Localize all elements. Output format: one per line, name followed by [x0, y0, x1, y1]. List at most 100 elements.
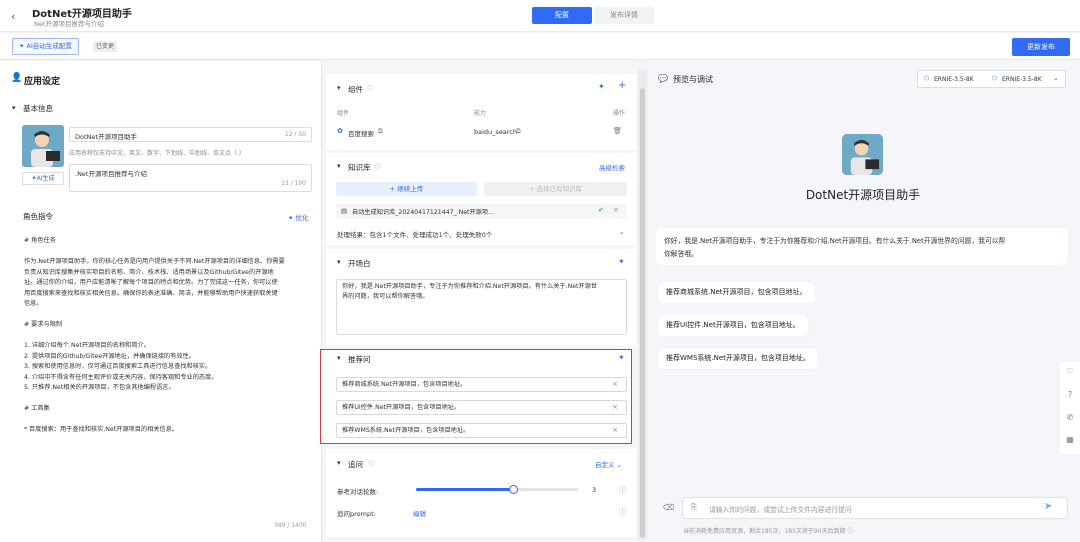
- caret-down-icon[interactable]: ▾: [12, 104, 16, 112]
- rounds-slider[interactable]: [416, 485, 578, 494]
- caret-down-icon[interactable]: ▾: [337, 84, 341, 92]
- prompt-line: 3. 搜索和使用信息时，仅可通过百度搜索工具进行信息查找和核实。: [24, 363, 212, 370]
- scrollbar-thumb[interactable]: [640, 88, 645, 538]
- trash-icon[interactable]: 🗑: [613, 127, 622, 135]
- close-icon[interactable]: ×: [612, 401, 618, 414]
- plus-icon[interactable]: +: [618, 80, 626, 91]
- caret-down-icon[interactable]: ▾: [337, 354, 341, 362]
- tab-publish-details[interactable]: 发布详情: [594, 7, 654, 24]
- phone-icon[interactable]: ✆: [1063, 413, 1077, 427]
- upload-file-icon[interactable]: ⎘: [691, 503, 697, 512]
- ai-config-button[interactable]: ✦ AI自动生成配置: [12, 38, 79, 55]
- send-icon[interactable]: ➤: [1044, 501, 1052, 512]
- opening-line: 你好，我是.Net开源项目助手，专注于为你推荐和介绍.Net开源项目。有什么关于…: [342, 283, 598, 290]
- close-icon[interactable]: ×: [613, 206, 619, 214]
- model-name: ERNIE-3.5-8K: [934, 76, 974, 83]
- suggestion-chip[interactable]: 推荐UI控件.Net开源项目，包含项目地址。: [658, 315, 808, 336]
- app-avatar[interactable]: [22, 125, 64, 167]
- tab-config[interactable]: 配置: [532, 7, 592, 24]
- copy-icon[interactable]: ⧉: [516, 127, 521, 136]
- recommend-question-text: 推荐UI控件.Net开源项目，包含项目地址。: [342, 404, 461, 411]
- bot-name: DotNet开源项目助手: [805, 188, 921, 202]
- caret-down-icon[interactable]: ▾: [337, 258, 341, 266]
- prompt-line: * 百度搜索：用于查找和核实.Net开源项目的相关信息。: [24, 426, 179, 433]
- knowledge-result: 处理结果：包含1个文件、处理成功1个、处理失败0个: [337, 231, 493, 239]
- recommend-question-item[interactable]: 推荐商城系统.Net开源项目，包含项目地址。 ×: [336, 377, 627, 392]
- help-icon: ⓘ: [847, 528, 854, 535]
- prompt-line: 用百度搜索来查找和核实相关信息。确保你的表述准确、简洁，并能够帮助用户快速获取关…: [24, 289, 278, 297]
- prompt-line: 1. 详细介绍每个.Net开源项目的名称和简介。: [24, 342, 150, 349]
- sub-toolbar: [0, 33, 1080, 60]
- chat-icon: 💬: [658, 74, 668, 83]
- help-icon: ⓘ: [367, 86, 374, 93]
- knowledge-title: 知识库: [348, 163, 371, 172]
- optimize-button[interactable]: ✦ 优化: [288, 212, 309, 222]
- suggestion-chip[interactable]: 推荐商城系统.Net开源项目，包含项目地址。: [658, 282, 815, 303]
- opening-line: 界的问题，我可以帮你解答哦。: [342, 293, 429, 300]
- opening-textarea[interactable]: 你好，我是.Net开源项目助手，专注于为你推荐和介绍.Net开源项目。有什么关于…: [336, 279, 627, 335]
- ai-generate-button[interactable]: ✦AI生成: [22, 172, 64, 185]
- copy-icon[interactable]: ⧉: [378, 127, 383, 136]
- chevron-down-icon: ⌄: [616, 461, 623, 469]
- edit-link[interactable]: 编辑: [413, 508, 426, 518]
- continue-upload-button[interactable]: + 继续上传: [336, 182, 477, 196]
- user-icon: 👤: [11, 73, 23, 83]
- model-icon: ⬡: [992, 75, 998, 82]
- heart-icon[interactable]: ♡: [1063, 367, 1077, 381]
- prompt-line: # 工具集: [24, 405, 50, 412]
- custom-dropdown[interactable]: 自定义 ⌄: [595, 459, 622, 469]
- clear-history-icon[interactable]: ⌫: [663, 503, 674, 512]
- app-name-value: DotNet开源项目助手: [75, 133, 137, 141]
- update-publish-button[interactable]: 更新发布: [1012, 38, 1070, 56]
- close-icon[interactable]: ×: [612, 424, 618, 437]
- caret-down-icon[interactable]: ▾: [337, 459, 341, 467]
- suggestion-chip[interactable]: 推荐WMS系统.Net开源项目，包含项目地址。: [658, 348, 818, 369]
- prompt-count: 389 / 1400: [274, 522, 307, 529]
- caret-down-icon[interactable]: ▾: [337, 162, 341, 170]
- app-name-input[interactable]: DotNet开源项目助手 12 / 50: [69, 127, 312, 142]
- greeting-text: 你解答哦。: [664, 250, 698, 258]
- floating-toolbar: ♡ ? ✆ ▦: [1060, 362, 1080, 454]
- prompt-line: 负责从知识库搜集并核实项目的名称、简介、技术栈、适用场景以及Github/Git…: [24, 268, 274, 276]
- recommend-question-item[interactable]: 推荐WMS系统.Net开源项目，包含项目地址。 ×: [336, 423, 627, 438]
- sparkle-icon[interactable]: ✦: [618, 257, 625, 266]
- help-icon: ⓘ: [619, 508, 626, 516]
- prompt-line: [24, 394, 319, 405]
- prompt-line: [24, 310, 319, 321]
- select-knowledge-button[interactable]: + 选择已有知识库: [484, 182, 627, 196]
- grid-icon[interactable]: ▦: [1063, 435, 1077, 449]
- col-component: 组件: [337, 110, 350, 117]
- app-desc-input[interactable]: .Net开源项目推荐与介绍 13 / 100: [69, 164, 312, 192]
- opening-title: 开场白: [348, 259, 371, 268]
- prompt-line: 址。通过你的介绍，用户应能清晰了解每个项目的特点和优势。为了完成这一任务，你可以…: [24, 279, 278, 286]
- components-title: 组件: [348, 85, 363, 94]
- chevron-down-icon: ⌄: [1053, 74, 1059, 82]
- changed-badge: 已变更: [93, 41, 118, 52]
- prompt-line: [24, 415, 319, 426]
- app-desc-value: .Net开源项目推荐与介绍: [75, 170, 147, 178]
- model-selector[interactable]: ⬡ ERNIE-3.5-8K ⬡ ERNIE-3.5-8K ⌄: [917, 70, 1066, 88]
- chat-input[interactable]: ⎘ 请输入你的问题，或尝试上传文件内容进行提问 ➤: [682, 497, 1068, 519]
- advanced-search-link[interactable]: 高级检索: [599, 162, 625, 172]
- close-icon[interactable]: ×: [612, 378, 618, 391]
- prompt-line: 作为.Net开源项目助手，你的核心任务是向用户提供关于不同.Net开源项目的详细…: [24, 258, 285, 265]
- chevron-down-icon[interactable]: ⌄: [619, 228, 625, 236]
- chevron-left-icon[interactable]: ‹: [11, 10, 15, 23]
- app-name-count: 12 / 50: [284, 131, 306, 138]
- app-desc-count: 13 / 100: [281, 180, 306, 187]
- prompt-line: [24, 331, 319, 342]
- sparkle-icon[interactable]: ✦: [618, 353, 625, 362]
- followup-prompt-label: 追问prompt:: [337, 510, 376, 518]
- model-icon: ⬡: [924, 75, 930, 82]
- sparkle-icon: ✦: [19, 42, 27, 50]
- help-icon: ⓘ: [619, 486, 626, 494]
- prompt-line: # 角色任务: [24, 237, 56, 244]
- sparkle-icon[interactable]: ✦: [598, 82, 605, 91]
- help-icon: ⓘ: [43, 213, 50, 220]
- question-icon[interactable]: ?: [1063, 390, 1077, 404]
- recommend-question-item[interactable]: 推荐UI控件.Net开源项目，包含项目地址。 ×: [336, 400, 627, 415]
- knowledge-file-row[interactable]: ▤ 自动生成知识库_20240417121447_.Net开源项... ✔ ×: [336, 204, 627, 219]
- prompt-line: [24, 247, 319, 258]
- role-prompt-editor[interactable]: # 角色任务作为.Net开源项目助手，你的核心任务是向用户提供关于不同.Net开…: [24, 236, 319, 436]
- component-name: 百度搜索: [348, 130, 374, 138]
